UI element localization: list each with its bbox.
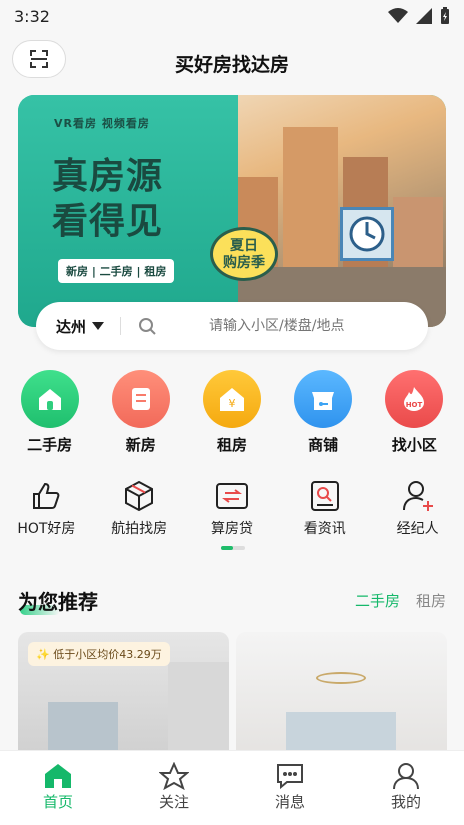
category-label: 找小区	[391, 436, 437, 454]
home-icon	[20, 370, 79, 428]
tool-label: 航拍找房	[111, 521, 168, 537]
agent-icon	[373, 478, 463, 514]
banner-headline-2: 看得见	[52, 201, 164, 242]
summer-line-1: 夏日	[230, 238, 258, 254]
thumbs-up-icon	[1, 478, 91, 514]
home-icon	[23, 761, 93, 791]
app-page: 3:32 买好房找达房 VR看房 视频看房 真房源 看得见 新房 | 二手房 |…	[0, 0, 464, 825]
search-bar: 达州	[36, 302, 428, 350]
category-label: 租房	[216, 436, 247, 454]
recommend-tab-rent[interactable]: 租房	[416, 590, 446, 611]
tool-news[interactable]: 看资讯	[280, 478, 370, 538]
clock-tower-icon	[340, 207, 394, 261]
user-icon	[371, 761, 441, 791]
document-icon	[111, 370, 170, 428]
tool-row: HOT好房 航拍找房 算房贷 看资讯 经纪人	[0, 478, 464, 538]
hot-fire-icon: HOT	[385, 370, 444, 428]
bottom-tab-bar: 首页 关注 消息 我的	[0, 750, 464, 825]
banner-pill: 新房 | 二手房 | 租房	[58, 259, 175, 283]
tool-label: 经纪人	[396, 521, 439, 537]
recommend-tab-second-hand[interactable]: 二手房	[355, 590, 400, 611]
category-community[interactable]: HOT 找小区	[374, 370, 454, 455]
star-icon	[139, 761, 209, 791]
listing-card[interactable]	[236, 632, 447, 762]
signal-icon	[416, 8, 432, 24]
tab-home[interactable]: 首页	[23, 761, 93, 825]
battery-icon	[441, 7, 449, 24]
listing-card[interactable]: ✨ 低于小区均价43.29万	[18, 632, 229, 762]
calculator-icon	[187, 478, 277, 514]
yen-house-icon: ¥	[202, 370, 261, 428]
svg-text:HOT: HOT	[406, 401, 423, 409]
category-label: 二手房	[27, 436, 73, 454]
caret-down-icon	[92, 322, 105, 330]
tab-profile[interactable]: 我的	[371, 761, 441, 825]
page-title: 买好房找达房	[174, 54, 289, 76]
news-icon	[280, 478, 370, 514]
tool-label: 算房贷	[210, 521, 253, 537]
tab-follow[interactable]: 关注	[139, 761, 209, 825]
top-bar: 买好房找达房	[0, 38, 464, 84]
tool-aerial[interactable]: 航拍找房	[94, 478, 184, 538]
search-input[interactable]	[209, 318, 370, 334]
tool-pager-indicator	[221, 546, 245, 550]
chat-icon	[255, 761, 325, 791]
search-icon	[139, 318, 156, 335]
cube-icon	[94, 478, 184, 514]
city-selector[interactable]: 达州	[56, 316, 105, 337]
tab-label: 首页	[42, 793, 73, 811]
category-new-house[interactable]: 新房	[101, 370, 181, 455]
price-badge: ✨ 低于小区均价43.29万	[28, 642, 170, 666]
chandelier-icon	[316, 672, 366, 684]
shop-icon	[294, 370, 353, 428]
category-label: 商铺	[308, 436, 339, 454]
status-bar: 3:32	[0, 0, 464, 32]
category-rent[interactable]: ¥ 租房	[192, 370, 272, 455]
banner-vr-text: VR看房 视频看房	[54, 117, 150, 130]
promo-banner[interactable]: VR看房 视频看房 真房源 看得见 新房 | 二手房 | 租房 夏日 购房季	[18, 95, 446, 327]
search-divider	[120, 317, 122, 335]
category-second-hand[interactable]: 二手房	[10, 370, 90, 455]
summer-badge: 夏日 购房季	[210, 227, 278, 281]
tab-label: 我的	[390, 793, 421, 811]
tool-label: 看资讯	[303, 521, 346, 537]
category-shop[interactable]: 商铺	[283, 370, 363, 455]
recommend-tabs: 二手房 租房	[355, 590, 446, 611]
summer-line-2: 购房季	[223, 255, 265, 271]
tab-messages[interactable]: 消息	[255, 761, 325, 825]
category-row: 二手房 新房 ¥ 租房 商铺 HOT 找小区	[0, 370, 464, 455]
tool-label: HOT好房	[17, 521, 76, 537]
listing-photo-wall	[168, 662, 229, 762]
recommend-title: 为您推荐	[18, 590, 98, 614]
status-time: 3:32	[14, 6, 50, 26]
price-badge-text: 低于小区均价43.29万	[53, 648, 162, 661]
tool-hot-house[interactable]: HOT好房	[1, 478, 91, 538]
city-label: 达州	[56, 317, 87, 336]
category-label: 新房	[125, 436, 156, 454]
sparkle-icon: ✨	[36, 648, 50, 661]
tab-label: 关注	[158, 793, 189, 811]
tool-mortgage[interactable]: 算房贷	[187, 478, 277, 538]
wifi-icon	[388, 8, 408, 23]
banner-city-image	[218, 95, 446, 327]
tool-agent[interactable]: 经纪人	[373, 478, 463, 538]
svg-text:¥: ¥	[228, 397, 235, 410]
tab-label: 消息	[274, 793, 305, 811]
status-icons	[388, 7, 450, 25]
